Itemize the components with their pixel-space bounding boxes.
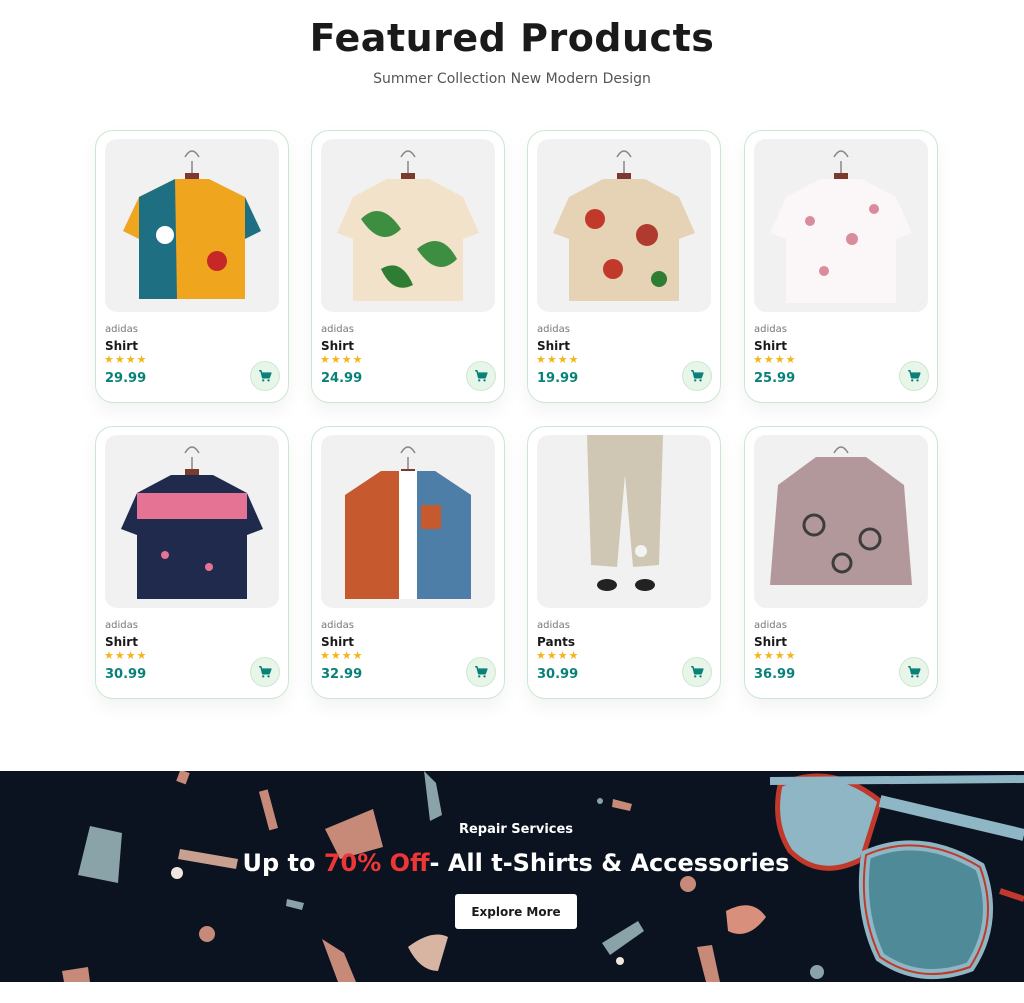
- product-card[interactable]: adidas Shirt ★★★★ 32.99: [311, 426, 505, 699]
- product-image[interactable]: [754, 435, 928, 608]
- product-price: 24.99: [321, 371, 363, 386]
- hawaiian-shirt-red-floral-icon: [553, 150, 695, 301]
- cart-icon: [259, 665, 272, 678]
- cart-icon: [259, 369, 272, 382]
- product-image[interactable]: [754, 139, 928, 312]
- promo-banner: Repair Services Up to 70% Off- All t-Shi…: [0, 771, 1024, 982]
- product-image[interactable]: [105, 139, 279, 312]
- pink-paisley-blouse-icon: [770, 446, 912, 585]
- section-subtitle: Summer Collection New Modern Design: [373, 71, 651, 87]
- product-image[interactable]: [321, 435, 495, 608]
- add-to-cart-button[interactable]: [466, 361, 496, 391]
- banner-headline: Up to 70% Off- All t-Shirts & Accessorie…: [0, 849, 1024, 877]
- add-to-cart-button[interactable]: [682, 657, 712, 687]
- cart-icon: [908, 369, 921, 382]
- product-image[interactable]: [105, 435, 279, 608]
- cart-icon: [475, 369, 488, 382]
- product-card[interactable]: adidas Shirt ★★★★ 25.99: [744, 130, 938, 403]
- add-to-cart-button[interactable]: [682, 361, 712, 391]
- product-name: Shirt: [754, 635, 787, 649]
- add-to-cart-button[interactable]: [250, 657, 280, 687]
- product-brand: adidas: [321, 620, 354, 631]
- product-price: 19.99: [537, 371, 579, 386]
- headline-highlight: 70% Off: [323, 849, 430, 877]
- star-rating: ★★★★: [753, 649, 797, 662]
- product-brand: adidas: [105, 620, 138, 631]
- hawaiian-shirt-yellow-teal-icon: [123, 150, 261, 299]
- product-card[interactable]: adidas Shirt ★★★★ 24.99: [311, 130, 505, 403]
- section-title: Featured Products: [309, 16, 715, 60]
- cart-icon: [691, 369, 704, 382]
- cart-icon: [691, 665, 704, 678]
- product-name: Shirt: [537, 339, 570, 353]
- product-name: Shirt: [105, 635, 138, 649]
- product-price: 29.99: [105, 371, 147, 386]
- product-card[interactable]: adidas Pants ★★★★ 30.99: [527, 426, 721, 699]
- banner-kicker: Repair Services: [458, 822, 574, 837]
- product-name: Shirt: [321, 635, 354, 649]
- add-to-cart-button[interactable]: [899, 657, 929, 687]
- cart-icon: [475, 665, 488, 678]
- star-rating: ★★★★: [320, 649, 364, 662]
- star-rating: ★★★★: [104, 649, 148, 662]
- explore-more-button[interactable]: Explore More: [455, 894, 577, 929]
- product-name: Shirt: [754, 339, 787, 353]
- product-name: Shirt: [321, 339, 354, 353]
- product-brand: adidas: [321, 324, 354, 335]
- product-card[interactable]: adidas Shirt ★★★★ 29.99: [95, 130, 289, 403]
- product-name: Shirt: [105, 339, 138, 353]
- product-card[interactable]: adidas Shirt ★★★★ 30.99: [95, 426, 289, 699]
- product-brand: adidas: [754, 620, 787, 631]
- star-rating: ★★★★: [320, 353, 364, 366]
- product-card[interactable]: adidas Shirt ★★★★ 36.99: [744, 426, 938, 699]
- product-price: 30.99: [537, 667, 579, 682]
- page-bottom-strip: [0, 982, 1024, 1003]
- white-pink-floral-shirt-icon: [770, 150, 912, 303]
- product-price: 36.99: [754, 667, 796, 682]
- star-rating: ★★★★: [753, 353, 797, 366]
- product-card[interactable]: adidas Shirt ★★★★ 19.99: [527, 130, 721, 403]
- hawaiian-shirt-green-leaf-icon: [337, 150, 479, 301]
- product-brand: adidas: [537, 620, 570, 631]
- headline-suffix: - All t-Shirts & Accessories: [429, 849, 790, 877]
- product-name: Pants: [537, 635, 575, 649]
- product-brand: adidas: [537, 324, 570, 335]
- add-to-cart-button[interactable]: [466, 657, 496, 687]
- product-brand: adidas: [105, 324, 138, 335]
- product-brand: adidas: [754, 324, 787, 335]
- product-price: 30.99: [105, 667, 147, 682]
- headline-prefix: Up to: [242, 849, 324, 877]
- beige-linen-pants-icon: [587, 435, 663, 591]
- star-rating: ★★★★: [536, 353, 580, 366]
- orange-denim-overshirt-icon: [345, 446, 471, 599]
- star-rating: ★★★★: [104, 353, 148, 366]
- product-image[interactable]: [537, 435, 711, 608]
- product-image[interactable]: [537, 139, 711, 312]
- navy-floral-shirt-icon: [121, 446, 263, 599]
- product-image[interactable]: [321, 139, 495, 312]
- add-to-cart-button[interactable]: [899, 361, 929, 391]
- star-rating: ★★★★: [536, 649, 580, 662]
- add-to-cart-button[interactable]: [250, 361, 280, 391]
- cart-icon: [908, 665, 921, 678]
- product-price: 25.99: [754, 371, 796, 386]
- product-price: 32.99: [321, 667, 363, 682]
